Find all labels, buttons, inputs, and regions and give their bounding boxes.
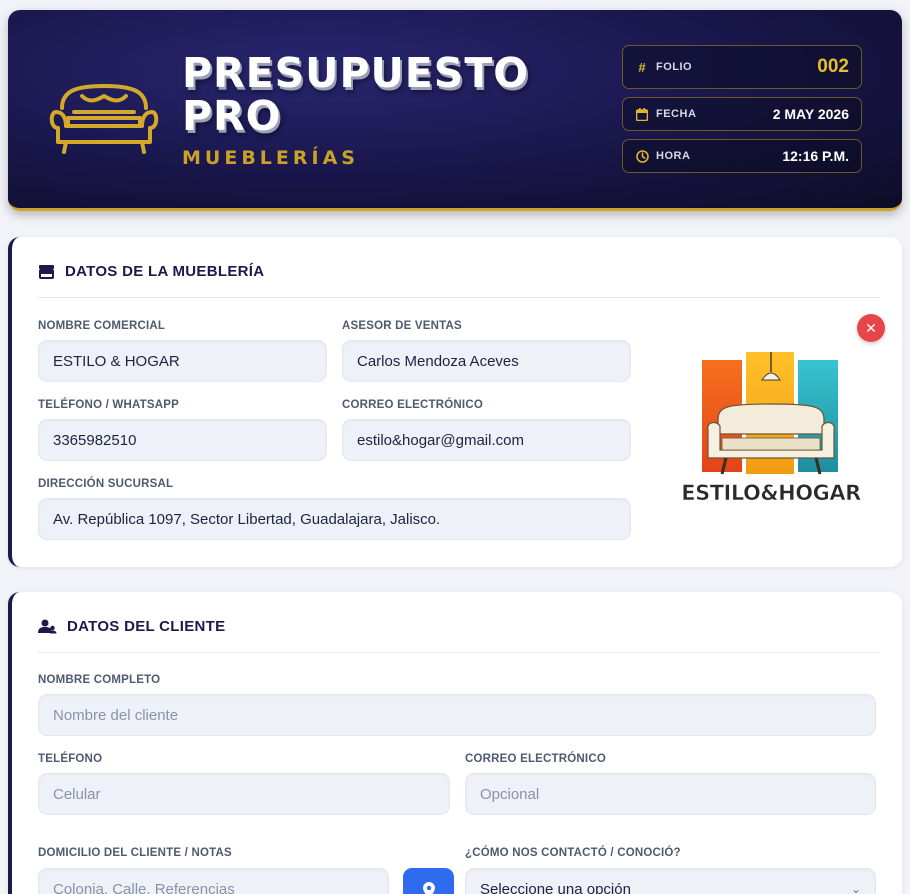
correo-client-label: CORREO ELECTRÓNICO — [465, 753, 606, 765]
users-icon — [38, 619, 57, 634]
clock-icon — [635, 149, 649, 163]
fecha-label: FECHA — [656, 108, 697, 120]
divider — [38, 652, 880, 653]
client-section-title-text: DATOS DEL CLIENTE — [67, 618, 226, 635]
correo-store-field[interactable]: estilo&hogar@gmail.com — [342, 419, 631, 461]
app-title: PRESUPUESTO PRO — [182, 49, 530, 140]
app-header: PRESUPUESTO PRO MUEBLERÍAS # FOLIO 002 F… — [8, 10, 902, 211]
asesor-field[interactable]: Carlos Mendoza Aceves — [342, 340, 631, 382]
close-icon: ✕ — [865, 319, 877, 336]
store-section-title-text: DATOS DE LA MUEBLERÍA — [65, 263, 265, 280]
direccion-field[interactable]: Av. República 1097, Sector Libertad, Gua… — [38, 498, 631, 540]
client-section: DATOS DEL CLIENTE NOMBRE COMPLETO Nombre… — [8, 592, 902, 894]
telefono-whatsapp-label: TELÉFONO / WHATSAPP — [38, 399, 179, 411]
nombre-comercial-label: NOMBRE COMERCIAL — [38, 320, 166, 332]
nombre-comercial-field[interactable]: ESTILO & HOGAR — [38, 340, 327, 382]
domicilio-input[interactable]: Colonia, Calle, Referencias — [38, 868, 389, 894]
telefono-label: TELÉFONO — [38, 753, 103, 765]
folio-value: 002 — [817, 56, 849, 77]
chevron-down-icon: ⌄ — [850, 882, 861, 894]
map-pin-icon — [422, 882, 435, 894]
client-section-title: DATOS DEL CLIENTE — [38, 618, 225, 635]
store-icon — [39, 265, 54, 279]
nombre-completo-label: NOMBRE COMPLETO — [38, 674, 161, 686]
hora-label: HORA — [656, 150, 691, 162]
hash-icon: # — [638, 59, 646, 75]
store-logo[interactable]: ESTILO&HOGAR — [676, 350, 866, 510]
domicilio-label: DOMICILIO DEL CLIENTE / NOTAS — [38, 847, 232, 859]
telefono-whatsapp-field[interactable]: 3365982510 — [38, 419, 327, 461]
direccion-label: DIRECCIÓN SUCURSAL — [38, 478, 174, 490]
correo-client-input[interactable]: Opcional — [465, 773, 876, 815]
contacto-label: ¿CÓMO NOS CONTACTÓ / CONOCIÓ? — [465, 847, 681, 859]
sofa-icon — [49, 84, 159, 154]
nombre-completo-input[interactable]: Nombre del cliente — [38, 694, 876, 736]
fecha-value: 2 MAY 2026 — [772, 106, 849, 122]
app-subtitle: MUEBLERÍAS — [182, 147, 359, 169]
contacto-select-value: Seleccione una opción — [480, 880, 631, 894]
remove-logo-button[interactable]: ✕ — [857, 314, 885, 342]
folio-box: # FOLIO 002 — [622, 45, 862, 89]
fecha-box: FECHA 2 MAY 2026 — [622, 97, 862, 131]
folio-label: FOLIO — [656, 61, 693, 73]
calendar-icon — [635, 107, 649, 121]
hora-value: 12:16 P.M. — [782, 148, 849, 164]
store-section-title: DATOS DE LA MUEBLERÍA — [38, 263, 264, 280]
store-logo-text: ESTILO&HOGAR — [681, 481, 861, 505]
hora-box: HORA 12:16 P.M. — [622, 139, 862, 173]
correo-store-label: CORREO ELECTRÓNICO — [342, 399, 483, 411]
store-section: DATOS DE LA MUEBLERÍA NOMBRE COMERCIAL E… — [8, 237, 902, 567]
map-location-button[interactable] — [403, 868, 454, 894]
asesor-label: ASESOR DE VENTAS — [342, 320, 462, 332]
telefono-input[interactable]: Celular — [38, 773, 450, 815]
divider — [38, 297, 880, 298]
contacto-select[interactable]: Seleccione una opción ⌄ — [465, 868, 876, 894]
